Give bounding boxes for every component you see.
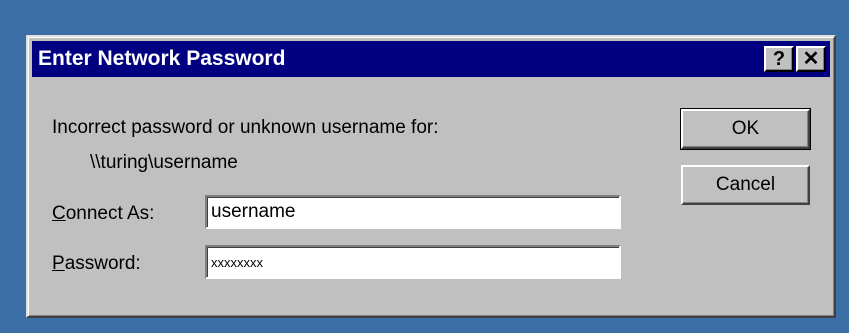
connect-as-accel: C xyxy=(52,203,66,224)
close-button[interactable]: ✕ xyxy=(796,46,826,72)
password-accel: P xyxy=(52,253,65,274)
connect-as-input[interactable] xyxy=(205,195,621,229)
desktop-background: Enter Network Password ? ✕ Incorrect pas… xyxy=(0,0,849,333)
network-password-dialog: Enter Network Password ? ✕ Incorrect pas… xyxy=(26,35,836,318)
title-bar[interactable]: Enter Network Password ? ✕ xyxy=(32,41,830,77)
ok-button[interactable]: OK xyxy=(680,108,811,150)
password-input[interactable] xyxy=(205,245,621,279)
close-icon: ✕ xyxy=(802,48,820,70)
connect-as-label: Connect As: xyxy=(52,203,154,225)
resource-path: \\turing\username xyxy=(90,152,238,173)
connect-as-label-text: onnect As: xyxy=(65,203,155,224)
help-button[interactable]: ? xyxy=(764,46,794,72)
error-message: Incorrect password or unknown username f… xyxy=(52,117,439,138)
password-label-text: assword: xyxy=(64,253,141,274)
dialog-title: Enter Network Password xyxy=(38,47,286,70)
question-mark-icon: ? xyxy=(772,48,786,70)
password-label: Password: xyxy=(52,253,141,275)
cancel-button[interactable]: Cancel xyxy=(681,165,810,205)
